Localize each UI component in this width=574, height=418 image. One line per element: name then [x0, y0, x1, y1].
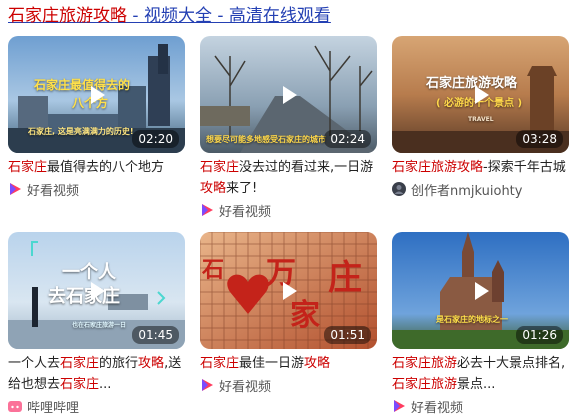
caption-keyword: 攻略 [200, 181, 227, 196]
video-card-6[interactable]: 是石家庄的地标之一 01:26 石家庄旅游必去十大景点排名,石家庄旅游景点...… [392, 232, 569, 416]
video-thumbnail[interactable]: 是石家庄的地标之一 01:26 [392, 232, 569, 349]
title-rest: - 视频大全 - 高清在线观看 [127, 6, 331, 26]
caption-keyword: 攻略 [304, 356, 331, 371]
play-icon[interactable] [86, 280, 108, 302]
thumbnail-caption: 去石家庄 [48, 286, 120, 307]
source-name: 哔哩哔哩 [27, 400, 80, 416]
thumbnail-caption: 石家庄, 这是亮满满力的历史! [28, 127, 134, 136]
video-card-5[interactable]: 石 万 庄 家 01:51 石家庄最佳一日游攻略 好看视频 [200, 232, 377, 395]
video-duration: 02:20 [132, 130, 179, 148]
video-caption-link[interactable]: 石家庄最值得去的八个地方 [8, 157, 185, 178]
source-name: 好看视频 [219, 379, 272, 395]
video-source[interactable]: 好看视频 [392, 396, 569, 416]
caption-keyword: 石家庄 [60, 356, 100, 371]
caption-text: 没去过的看过来,一日游 [239, 160, 374, 175]
video-duration: 03:28 [516, 130, 563, 148]
caption-text: 最佳一日游 [239, 356, 305, 371]
thumbnail-caption: 石家庄最值得去的 [34, 78, 131, 92]
video-caption-link[interactable]: 石家庄旅游攻略-探索千年古城 [392, 157, 569, 178]
caption-keyword: 石家庄 [200, 356, 240, 371]
video-thumbnail[interactable]: 石 万 庄 家 01:51 [200, 232, 377, 349]
thumbnail-caption: 庄 [328, 258, 362, 298]
video-caption-link[interactable]: 石家庄没去过的看过来,一日游攻略来了! [200, 157, 377, 199]
video-source[interactable]: 哔哩哔哩 [8, 396, 185, 416]
video-thumbnail[interactable]: 石家庄最值得去的 八个方 石家庄, 这是亮满满力的历史! 02:20 [8, 36, 185, 153]
source-name: 创作者nmjkuiohty [411, 183, 523, 199]
caption-text: 一个人去 [8, 356, 61, 371]
caption-keyword: 石家庄旅游 [392, 356, 458, 371]
video-caption-link[interactable]: 石家庄旅游必去十大景点排名,石家庄旅游景点... [392, 353, 569, 395]
video-duration: 01:45 [132, 326, 179, 344]
caption-text: 最值得去的八个地方 [47, 160, 165, 175]
play-icon[interactable] [470, 84, 492, 106]
caption-text: 景点... [457, 377, 496, 392]
avatar-icon [392, 182, 406, 196]
caption-text: 必去十大景点排名, [457, 356, 566, 371]
caption-text: 的旅行 [99, 356, 139, 371]
video-source[interactable]: 好看视频 [200, 200, 377, 220]
video-source[interactable]: 创作者nmjkuiohty [392, 179, 569, 199]
haokan-icon [394, 400, 405, 412]
caption-keyword: 石家庄旅游 [392, 377, 458, 392]
caption-keyword: 攻略 [138, 356, 165, 371]
play-icon[interactable] [86, 84, 108, 106]
thumbnail-caption: 石 [202, 258, 225, 283]
caption-text: 来了! [226, 181, 258, 196]
haokan-icon [202, 379, 213, 391]
thumbnail-caption: 也在石家庄旅游一日 [72, 322, 127, 329]
play-icon[interactable] [470, 280, 492, 302]
thumbnail-caption: 想要尽可能多地感受石家庄的城市 [206, 135, 326, 144]
source-name: 好看视频 [411, 400, 464, 416]
video-card-2[interactable]: 想要尽可能多地感受石家庄的城市 02:24 石家庄没去过的看过来,一日游攻略来了… [200, 36, 377, 220]
caption-text: ... [99, 377, 112, 392]
video-thumbnail[interactable]: 一个人 去石家庄 也在石家庄旅游一日 01:45 [8, 232, 185, 349]
caption-keyword: 石家庄旅游攻略 [392, 160, 484, 175]
video-card-4[interactable]: 一个人 去石家庄 也在石家庄旅游一日 01:45 一个人去石家庄的旅行攻略,送给… [8, 232, 185, 416]
video-thumbnail[interactable]: 想要尽可能多地感受石家庄的城市 02:24 [200, 36, 377, 153]
play-icon[interactable] [278, 84, 300, 106]
title-link[interactable]: 石家庄旅游攻略 - 视频大全 - 高清在线观看 [8, 6, 331, 26]
video-card-3[interactable]: 石家庄旅游攻略 ( 必游的十个景点 ) TRAVEL 03:28 石家庄旅游攻略… [392, 36, 569, 199]
source-name: 好看视频 [27, 183, 80, 199]
video-duration: 01:26 [516, 326, 563, 344]
video-duration: 01:51 [324, 326, 371, 344]
video-duration: 02:24 [324, 130, 371, 148]
video-source[interactable]: 好看视频 [8, 179, 185, 199]
result-title-link[interactable]: 石家庄旅游攻略 - 视频大全 - 高清在线观看 [8, 4, 331, 28]
video-caption-link[interactable]: 石家庄最佳一日游攻略 [200, 353, 377, 374]
title-keyword-2: 旅游攻略 [59, 6, 127, 26]
bilibili-icon [8, 401, 22, 412]
caption-keyword: 石家庄 [60, 377, 100, 392]
caption-text: -探索千年古城 [483, 160, 566, 175]
video-caption-link[interactable]: 一个人去石家庄的旅行攻略,送给也想去石家庄... [8, 353, 185, 395]
source-name: 好看视频 [219, 204, 272, 220]
haokan-icon [10, 183, 21, 195]
caption-keyword: 石家庄 [8, 160, 48, 175]
caption-keyword: 石家庄 [200, 160, 240, 175]
video-card-1[interactable]: 石家庄最值得去的 八个方 石家庄, 这是亮满满力的历史! 02:20 石家庄最值… [8, 36, 185, 199]
video-source[interactable]: 好看视频 [200, 375, 377, 395]
video-thumbnail[interactable]: 石家庄旅游攻略 ( 必游的十个景点 ) TRAVEL 03:28 [392, 36, 569, 153]
play-icon[interactable] [278, 280, 300, 302]
haokan-icon [202, 204, 213, 216]
title-keyword-1: 石家庄 [8, 6, 59, 26]
thumbnail-caption: 是石家庄的地标之一 [436, 315, 508, 324]
thumbnail-caption: TRAVEL [468, 116, 494, 123]
